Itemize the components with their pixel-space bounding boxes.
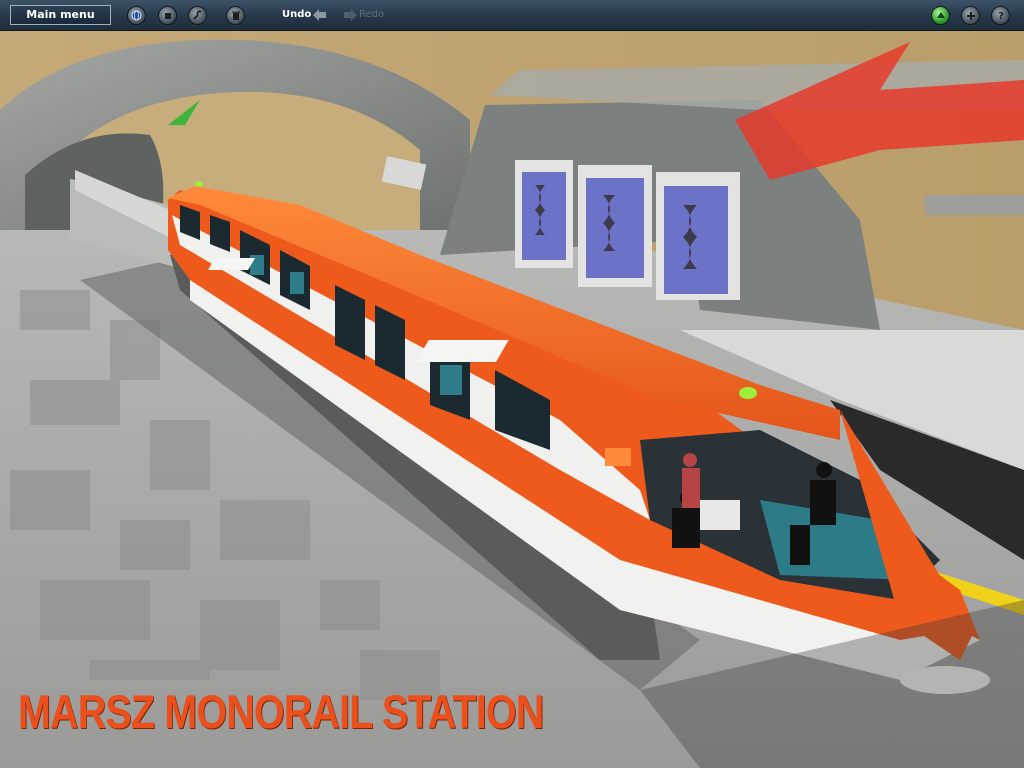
undo-button[interactable]: Undo <box>282 9 311 20</box>
roof-beacon-light <box>739 387 757 399</box>
globe-icon[interactable] <box>127 6 146 25</box>
undo-arrow-icon[interactable] <box>313 9 327 21</box>
redo-arrow-icon[interactable] <box>343 9 357 21</box>
svg-text:?: ? <box>998 11 1004 21</box>
game-viewport[interactable] <box>0 0 1024 768</box>
right-bench <box>925 195 1024 215</box>
help-icon[interactable]: ? <box>991 6 1010 25</box>
station-caption: MARSZ MONORAIL STATION <box>18 685 544 738</box>
plus-icon[interactable] <box>961 6 980 25</box>
stop-icon[interactable] <box>158 6 177 25</box>
redo-button[interactable]: Redo <box>359 9 384 20</box>
top-toolbar: Main menu Undo Redo ? <box>0 0 1024 31</box>
trash-icon[interactable] <box>226 6 245 25</box>
green-light-icon[interactable] <box>931 6 950 25</box>
wrench-icon[interactable] <box>188 6 207 25</box>
main-menu-button[interactable]: Main menu <box>10 5 111 25</box>
